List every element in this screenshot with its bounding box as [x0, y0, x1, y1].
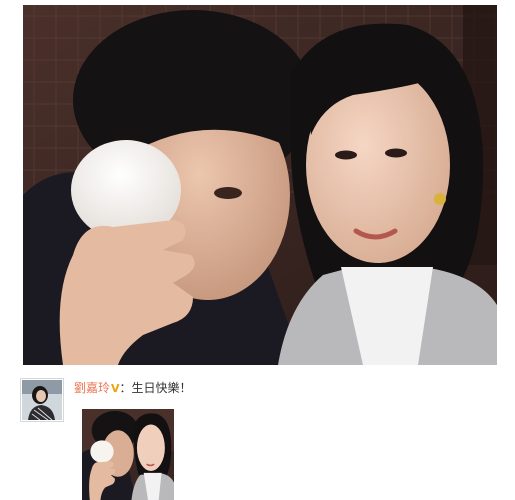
- thumbnail-image: [82, 409, 174, 500]
- post-thumbnail[interactable]: [82, 409, 174, 500]
- post-text-line: 劉嘉玲V：生日快樂！: [74, 380, 192, 396]
- main-photo[interactable]: [23, 5, 497, 365]
- avatar[interactable]: [20, 378, 64, 422]
- avatar-image: [22, 380, 62, 420]
- vip-v-icon[interactable]: V: [111, 381, 120, 397]
- weibo-post: 劉嘉玲V：生日快樂！: [20, 378, 500, 500]
- post-colon: ：: [119, 381, 132, 395]
- post-message: 生日快樂！: [131, 381, 192, 395]
- photo-image: [23, 5, 497, 365]
- author-name-link[interactable]: 劉嘉玲: [74, 381, 110, 395]
